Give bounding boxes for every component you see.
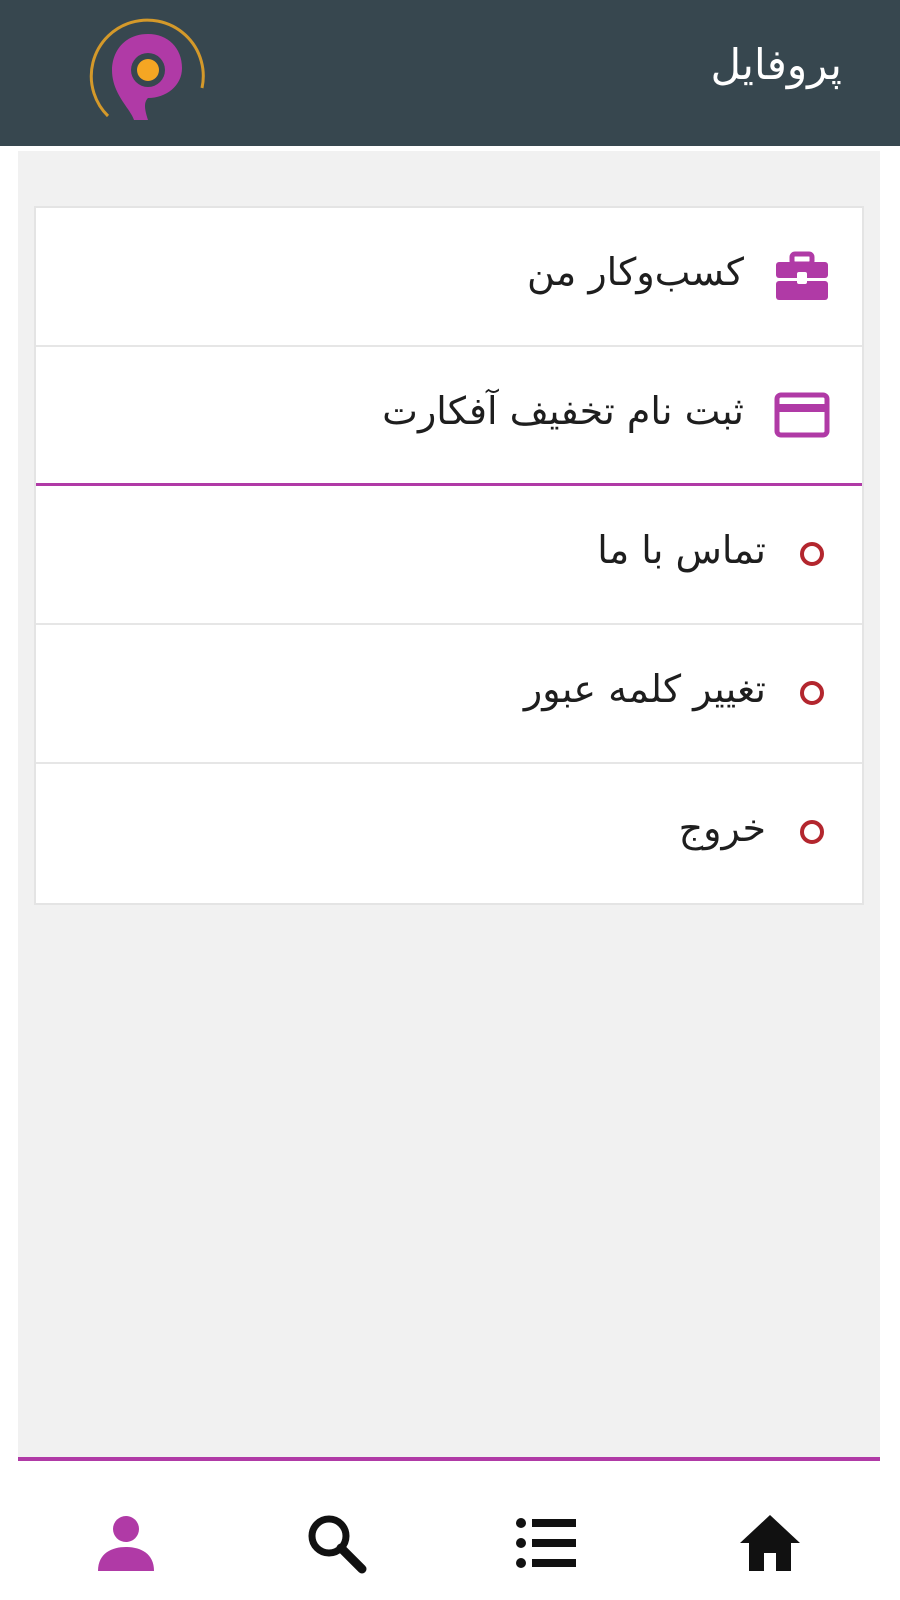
menu-item-label: ثبت نام تخفیف آفکارت <box>382 389 744 433</box>
menu-item-contact-us[interactable]: تماس با ما <box>36 486 862 625</box>
page-title: پروفایل <box>710 40 842 89</box>
menu-item-label: تماس با ما <box>597 528 766 572</box>
menu-item-offcard-signup[interactable]: ثبت نام تخفیف آفکارت <box>36 347 862 486</box>
location-pin-logo <box>89 18 205 120</box>
circle-bullet-icon <box>800 542 824 566</box>
app-header: پروفایل <box>0 0 900 146</box>
list-icon[interactable] <box>514 1511 578 1575</box>
circle-bullet-icon <box>800 820 824 844</box>
menu-item-change-password[interactable]: تغییر کلمه عبور <box>36 625 862 764</box>
profile-menu: کسب‌وکار من ثبت نام تخفیف آفکارت تماس با… <box>34 206 864 905</box>
home-icon[interactable] <box>738 1511 802 1575</box>
circle-bullet-icon <box>800 681 824 705</box>
profile-screen: پروفایل کسب‌وکار من ثبت نام تخفیف آفکارت <box>0 0 900 1600</box>
menu-item-logout[interactable]: خروج <box>36 764 862 903</box>
bottom-navigation <box>0 1461 900 1600</box>
menu-item-label: تغییر کلمه عبور <box>523 667 766 711</box>
credit-card-icon <box>774 392 830 438</box>
menu-item-my-business[interactable]: کسب‌وکار من <box>36 208 862 347</box>
user-icon[interactable] <box>94 1511 158 1575</box>
main-content: کسب‌وکار من ثبت نام تخفیف آفکارت تماس با… <box>18 151 880 1457</box>
briefcase-icon <box>776 251 828 300</box>
menu-item-label: خروج <box>678 806 766 850</box>
search-icon[interactable] <box>304 1511 368 1575</box>
menu-item-label: کسب‌وکار من <box>526 250 744 294</box>
